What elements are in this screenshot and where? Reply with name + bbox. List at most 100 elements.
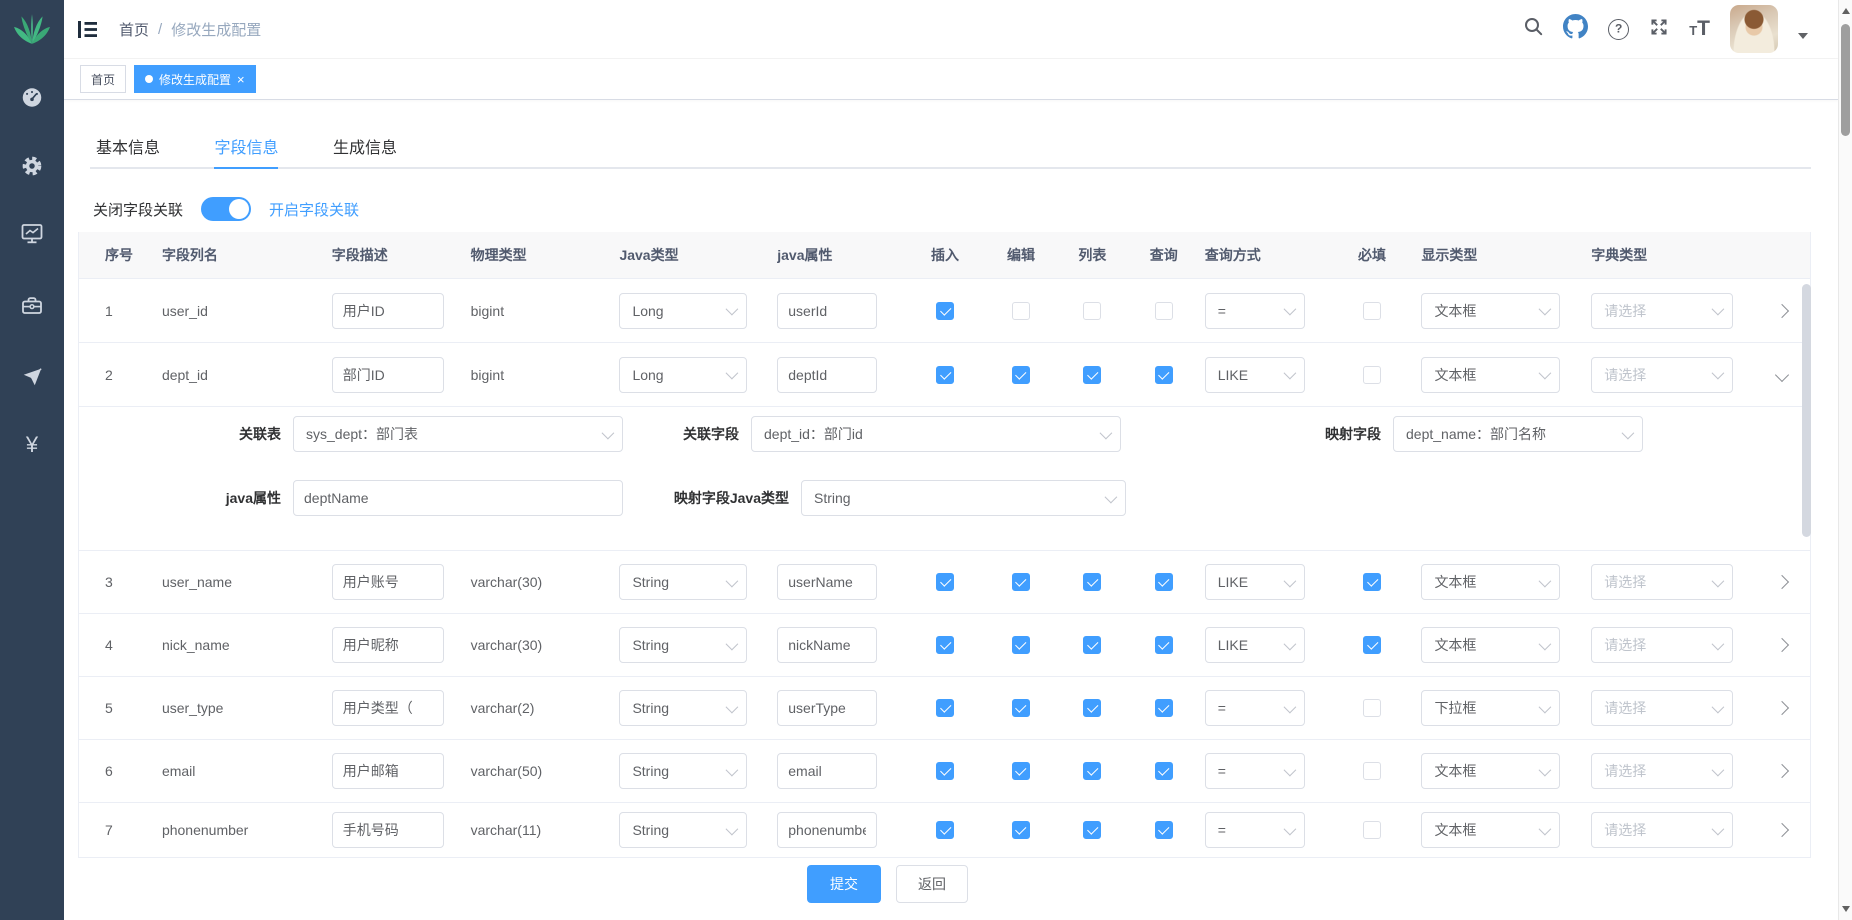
java-type-select[interactable]: Long bbox=[619, 357, 747, 393]
java-field-input[interactable] bbox=[777, 690, 877, 726]
html-type-select[interactable]: 文本框 bbox=[1421, 627, 1560, 663]
insert-checkbox[interactable] bbox=[936, 699, 954, 717]
java-type-select[interactable]: String bbox=[619, 690, 747, 726]
query-checkbox[interactable] bbox=[1155, 366, 1173, 384]
edit-checkbox[interactable] bbox=[1012, 762, 1030, 780]
html-type-select[interactable]: 下拉框 bbox=[1421, 690, 1560, 726]
column-desc-input[interactable] bbox=[332, 293, 444, 329]
java-type-select[interactable]: String bbox=[619, 812, 747, 848]
query-checkbox[interactable] bbox=[1155, 573, 1173, 591]
scroll-down-arrow-icon[interactable] bbox=[1842, 906, 1850, 912]
java-field-input[interactable] bbox=[777, 753, 877, 789]
query-type-select[interactable]: = bbox=[1205, 753, 1305, 789]
query-type-select[interactable]: = bbox=[1205, 293, 1305, 329]
insert-checkbox[interactable] bbox=[936, 366, 954, 384]
page-scrollbar[interactable] bbox=[1838, 0, 1852, 920]
fullscreen-icon[interactable] bbox=[1649, 17, 1669, 42]
java-type-select[interactable]: String bbox=[619, 564, 747, 600]
app-logo-grass-icon[interactable] bbox=[13, 13, 51, 50]
column-desc-input[interactable] bbox=[332, 812, 444, 848]
list-checkbox[interactable] bbox=[1083, 302, 1101, 320]
java-type-select[interactable]: String bbox=[619, 753, 747, 789]
java-field-input[interactable] bbox=[777, 812, 877, 848]
fold-menu-icon[interactable] bbox=[78, 21, 97, 38]
required-checkbox[interactable] bbox=[1363, 366, 1381, 384]
dict-type-select[interactable]: 请选择 bbox=[1591, 753, 1733, 789]
expand-chevron-icon[interactable] bbox=[1775, 764, 1789, 778]
expand-chevron-icon[interactable] bbox=[1775, 701, 1789, 715]
java-field-input[interactable] bbox=[777, 357, 877, 393]
dict-type-select[interactable]: 请选择 bbox=[1591, 293, 1733, 329]
sidebar-item-yuan-icon[interactable] bbox=[26, 432, 38, 458]
required-checkbox[interactable] bbox=[1363, 302, 1381, 320]
page-scrollbar-thumb[interactable] bbox=[1841, 24, 1850, 136]
relation-field-select[interactable]: dept_id：部门id bbox=[751, 416, 1121, 452]
relation-table-select[interactable]: sys_dept：部门表 bbox=[293, 416, 623, 452]
collapse-chevron-icon[interactable] bbox=[1775, 367, 1789, 381]
html-type-select[interactable]: 文本框 bbox=[1421, 293, 1560, 329]
expand-chevron-icon[interactable] bbox=[1775, 575, 1789, 589]
search-icon[interactable] bbox=[1524, 17, 1543, 41]
list-checkbox[interactable] bbox=[1083, 366, 1101, 384]
html-type-select[interactable]: 文本框 bbox=[1421, 357, 1560, 393]
java-field-input[interactable] bbox=[777, 293, 877, 329]
github-icon[interactable] bbox=[1563, 14, 1588, 44]
insert-checkbox[interactable] bbox=[936, 821, 954, 839]
breadcrumb-home-link[interactable]: 首页 bbox=[119, 19, 149, 40]
font-size-icon[interactable] bbox=[1689, 17, 1710, 41]
html-type-select[interactable]: 文本框 bbox=[1421, 753, 1560, 789]
java-type-select[interactable]: Long bbox=[619, 293, 747, 329]
back-button[interactable]: 返回 bbox=[896, 865, 968, 903]
relation-on-label[interactable]: 开启字段关联 bbox=[269, 199, 359, 220]
query-type-select[interactable]: LIKE bbox=[1205, 564, 1305, 600]
list-checkbox[interactable] bbox=[1083, 636, 1101, 654]
required-checkbox[interactable] bbox=[1363, 821, 1381, 839]
edit-checkbox[interactable] bbox=[1012, 302, 1030, 320]
edit-checkbox[interactable] bbox=[1012, 636, 1030, 654]
query-checkbox[interactable] bbox=[1155, 821, 1173, 839]
list-checkbox[interactable] bbox=[1083, 573, 1101, 591]
expand-chevron-icon[interactable] bbox=[1775, 303, 1789, 317]
sidebar-item-dashboard-icon[interactable] bbox=[22, 87, 43, 113]
mapping-java-type-select[interactable]: String bbox=[801, 480, 1126, 516]
java-attr-input[interactable] bbox=[293, 480, 623, 516]
query-type-select[interactable]: LIKE bbox=[1205, 357, 1305, 393]
table-scrollbar-thumb[interactable] bbox=[1802, 284, 1811, 537]
insert-checkbox[interactable] bbox=[936, 636, 954, 654]
insert-checkbox[interactable] bbox=[936, 573, 954, 591]
relation-switch[interactable] bbox=[201, 197, 251, 221]
dict-type-select[interactable]: 请选择 bbox=[1591, 690, 1733, 726]
query-type-select[interactable]: = bbox=[1205, 690, 1305, 726]
tab-gen-info[interactable]: 生成信息 bbox=[333, 123, 397, 169]
required-checkbox[interactable] bbox=[1363, 762, 1381, 780]
user-avatar[interactable] bbox=[1730, 5, 1778, 53]
column-desc-input[interactable] bbox=[332, 753, 444, 789]
insert-checkbox[interactable] bbox=[936, 302, 954, 320]
caret-down-icon[interactable] bbox=[1798, 33, 1808, 39]
java-field-input[interactable] bbox=[777, 627, 877, 663]
tag-gen-config[interactable]: 修改生成配置 × bbox=[134, 65, 256, 93]
html-type-select[interactable]: 文本框 bbox=[1421, 812, 1560, 848]
sidebar-item-paper-plane-icon[interactable] bbox=[21, 366, 43, 393]
query-type-select[interactable]: = bbox=[1205, 812, 1305, 848]
tab-basic-info[interactable]: 基本信息 bbox=[96, 123, 160, 169]
required-checkbox[interactable] bbox=[1363, 636, 1381, 654]
expand-chevron-icon[interactable] bbox=[1775, 823, 1789, 837]
mapping-field-select[interactable]: dept_name：部门名称 bbox=[1393, 416, 1643, 452]
query-checkbox[interactable] bbox=[1155, 699, 1173, 717]
tag-home[interactable]: 首页 bbox=[80, 65, 126, 93]
column-desc-input[interactable] bbox=[332, 564, 444, 600]
edit-checkbox[interactable] bbox=[1012, 366, 1030, 384]
column-desc-input[interactable] bbox=[332, 627, 444, 663]
list-checkbox[interactable] bbox=[1083, 821, 1101, 839]
required-checkbox[interactable] bbox=[1363, 573, 1381, 591]
scroll-up-arrow-icon[interactable] bbox=[1842, 8, 1850, 14]
query-checkbox[interactable] bbox=[1155, 302, 1173, 320]
expand-chevron-icon[interactable] bbox=[1775, 638, 1789, 652]
dict-type-select[interactable]: 请选择 bbox=[1591, 564, 1733, 600]
sidebar-item-toolbox-icon[interactable] bbox=[21, 295, 43, 321]
dict-type-select[interactable]: 请选择 bbox=[1591, 627, 1733, 663]
dict-type-select[interactable]: 请选择 bbox=[1591, 812, 1733, 848]
help-question-icon[interactable] bbox=[1608, 19, 1629, 40]
query-checkbox[interactable] bbox=[1155, 762, 1173, 780]
